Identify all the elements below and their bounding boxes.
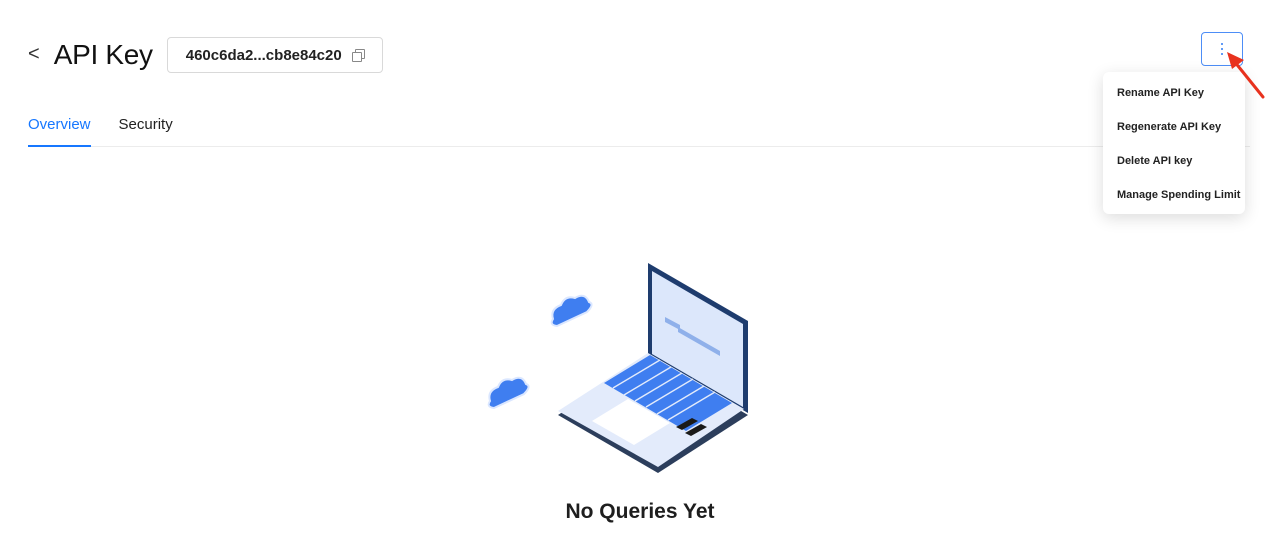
empty-state-illustration	[487, 263, 748, 473]
copy-icon[interactable]	[351, 49, 365, 62]
page-title: API Key	[53, 39, 153, 70]
page-header: < API Key 460c6da2...cb8e84c20	[28, 37, 383, 73]
tab-overview[interactable]: Overview	[28, 108, 91, 147]
tab-bar: Overview Security	[28, 108, 1250, 147]
api-key-pill: 460c6da2...cb8e84c20	[166, 37, 383, 73]
cloud-icon	[487, 376, 530, 410]
menu-item-manage-spending-limit[interactable]: Manage Spending Limit	[1103, 181, 1245, 215]
back-button[interactable]: <	[28, 43, 40, 66]
annotation-arrow	[1227, 52, 1265, 99]
empty-state-title: No Queries Yet	[565, 500, 715, 523]
tab-security[interactable]: Security	[119, 108, 173, 146]
api-key-value: 460c6da2...cb8e84c20	[185, 46, 342, 64]
menu-item-rename-api-key[interactable]: Rename API Key	[1103, 79, 1245, 113]
more-vertical-icon	[1221, 43, 1223, 55]
laptop-icon	[558, 263, 748, 473]
more-actions-menu: Rename API Key Regenerate API Key Delete…	[1103, 72, 1245, 214]
menu-item-regenerate-api-key[interactable]: Regenerate API Key	[1103, 113, 1245, 147]
cloud-icon	[550, 294, 593, 328]
menu-item-delete-api-key[interactable]: Delete API key	[1103, 147, 1245, 181]
